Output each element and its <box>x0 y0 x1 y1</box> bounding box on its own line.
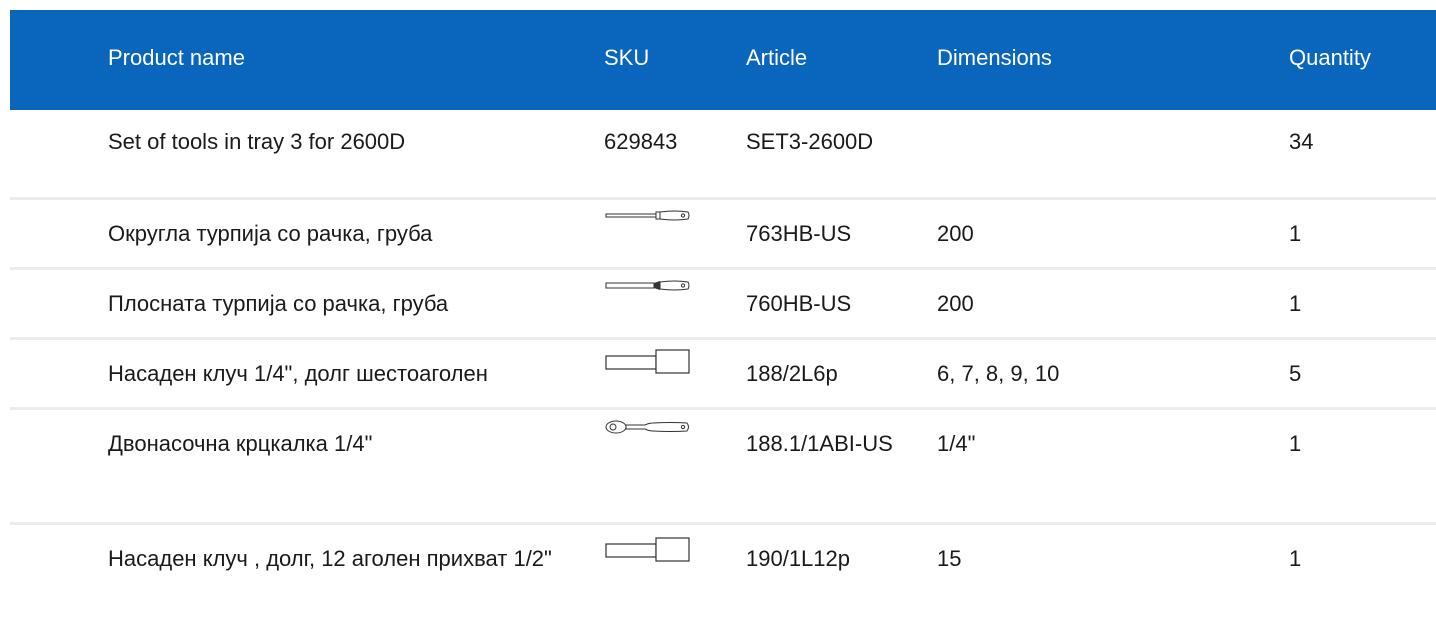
long-socket-icon <box>605 349 690 374</box>
column-header-product-name: Product name <box>108 45 245 70</box>
product-name: Округла турпија со рачка, груба <box>108 221 433 246</box>
table-row: Насаден клуч , долг, 12 аголен прихват 1… <box>10 522 1436 632</box>
product-article: 190/1L12p <box>746 546 850 571</box>
product-dimensions: 200 <box>937 221 974 246</box>
product-dimensions: 15 <box>937 546 962 571</box>
long-socket-icon <box>605 537 690 562</box>
ratchet-icon <box>605 420 689 434</box>
product-table: Product name SKU Article Dimensions Quan… <box>10 10 1436 571</box>
product-quantity: 1 <box>1289 291 1302 316</box>
product-dimensions: 200 <box>937 291 974 316</box>
round-file-icon <box>605 210 690 221</box>
product-quantity: 1 <box>1289 431 1302 456</box>
table-row: Плосната турпија со рачка, груба 760HB-U… <box>10 267 1436 337</box>
product-quantity: 5 <box>1289 361 1302 386</box>
product-article: 188.1/1ABI-US <box>746 431 893 456</box>
product-name: Насаден клуч 1/4", долг шестоаголен <box>108 361 488 386</box>
product-name: Set of tools in tray 3 for 2600D <box>108 129 406 154</box>
product-name: Плосната турпија со рачка, груба <box>108 291 449 316</box>
product-name: Двонасочна крцкалка 1/4" <box>108 431 373 456</box>
flat-file-icon <box>605 280 690 291</box>
table-header: Product name SKU Article Dimensions Quan… <box>10 10 1436 110</box>
product-name: Насаден клуч , долг, 12 аголен прихват 1… <box>108 546 552 571</box>
table-row: Set of tools in tray 3 for 2600D 629843 … <box>10 110 1436 197</box>
product-article: SET3-2600D <box>746 129 874 154</box>
table-row: Насаден клуч 1/4", долг шестоаголен 188/… <box>10 337 1436 407</box>
product-quantity: 1 <box>1289 546 1302 571</box>
product-article: 763HB-US <box>746 221 852 246</box>
product-sku: 629843 <box>604 129 678 154</box>
product-article: 760HB-US <box>746 291 852 316</box>
product-quantity: 34 <box>1289 129 1314 154</box>
table-row: Округла турпија со рачка, груба 763HB-US… <box>10 197 1436 267</box>
product-dimensions: 6, 7, 8, 9, 10 <box>937 361 1060 386</box>
column-header-dimensions: Dimensions <box>937 45 1052 70</box>
column-header-article: Article <box>746 45 808 70</box>
column-header-quantity: Quantity <box>1289 45 1371 70</box>
table-row: Двонасочна крцкалка 1/4" 188.1/1ABI-US 1… <box>10 407 1436 523</box>
product-article: 188/2L6p <box>746 361 838 386</box>
product-dimensions: 1/4" <box>937 431 976 456</box>
product-quantity: 1 <box>1289 221 1302 246</box>
column-header-sku: SKU <box>604 45 650 70</box>
